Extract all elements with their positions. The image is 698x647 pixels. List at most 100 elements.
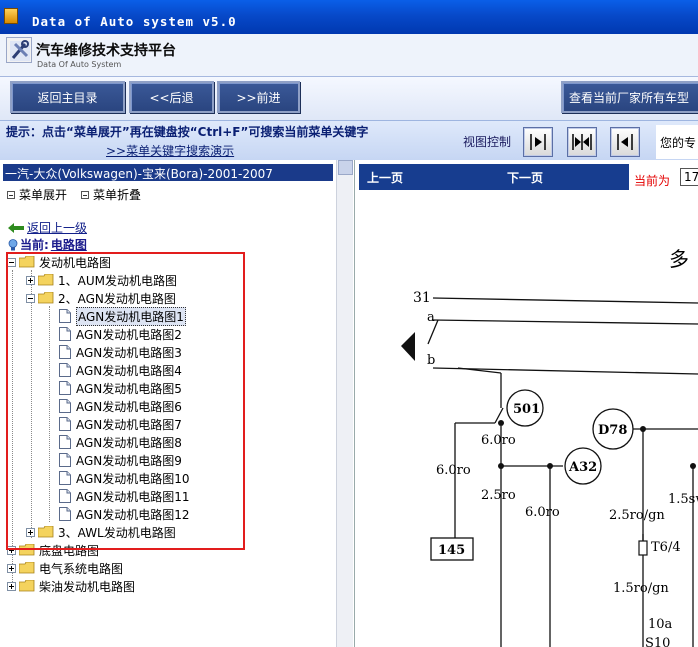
expand-toggle-icon[interactable] <box>7 581 16 591</box>
expand-icon <box>7 190 15 199</box>
wire-label: 2.5ro/gn <box>609 508 665 523</box>
collapse-menu-label: 菜单折叠 <box>93 188 142 202</box>
collapse-menu-button[interactable]: 菜单折叠 <box>81 186 141 203</box>
collapse-icon <box>81 190 89 199</box>
tree-item-agn-12[interactable]: AGN发动机电路图12 <box>59 505 190 523</box>
document-icon <box>59 453 71 467</box>
marquee-text: 您的专 <box>656 125 698 159</box>
arrow-right-icon <box>530 134 546 150</box>
current-prefix: 当前: <box>20 238 49 252</box>
view-control-label: 视图控制 <box>463 135 512 149</box>
tree-label: AGN发动机电路图4 <box>76 363 182 378</box>
tree-item-agn-3[interactable]: AGN发动机电路图3 <box>59 343 182 361</box>
tree-item-agn-4[interactable]: AGN发动机电路图4 <box>59 361 182 379</box>
diagram-pane: 上一页 下一页 当前为 17 多 31 a b 501 D78 A32 6.0r… <box>356 160 698 647</box>
connector-label: T6/4 <box>651 540 681 555</box>
current-page: 当前为 17 <box>629 164 698 190</box>
current-page-input[interactable]: 17 <box>680 168 698 186</box>
tree-folder-awl[interactable]: 3、AWL发动机电路图 <box>26 523 176 541</box>
component-a32: A32 <box>568 460 597 475</box>
expand-toggle-icon[interactable] <box>7 545 16 555</box>
main-toolbar: 返回主目录 <<后退 >>前进 查看当前厂家所有车型 <box>0 76 698 120</box>
expand-toggle-icon[interactable] <box>7 563 16 573</box>
expand-left-view-button[interactable] <box>610 127 640 157</box>
fuse-label: S10 <box>645 636 670 647</box>
folder-icon <box>19 580 35 592</box>
main-menu-button[interactable]: 返回主目录 <box>10 81 125 113</box>
folder-icon <box>19 562 35 574</box>
tree-label: 柴油发动机电路图 <box>39 579 136 594</box>
arrow-left-icon <box>617 134 633 150</box>
tree-label: 2、AGN发动机电路图 <box>58 291 176 306</box>
expand-toggle-icon[interactable] <box>26 275 35 285</box>
wire-label: 1.5ro/gn <box>613 581 669 596</box>
component-d78: D78 <box>598 423 627 438</box>
expand-toggle-icon[interactable] <box>26 527 35 537</box>
prev-page-button[interactable]: 上一页 <box>367 169 403 186</box>
tree-label: 1、AUM发动机电路图 <box>58 273 177 288</box>
tree-label-selected: AGN发动机电路图1 <box>76 306 186 326</box>
window-title: Data of Auto system v5.0 <box>32 14 237 29</box>
next-page-button[interactable]: 下一页 <box>507 169 543 186</box>
tree-label: 底盘电路图 <box>39 543 100 558</box>
expand-right-view-button[interactable] <box>523 127 553 157</box>
search-demo-link[interactable]: >>菜单关键字搜索演示 <box>106 142 234 159</box>
document-icon <box>59 417 71 431</box>
tree-label: AGN发动机电路图9 <box>76 453 182 468</box>
tree-folder-aum[interactable]: 1、AUM发动机电路图 <box>26 271 177 289</box>
document-icon <box>59 471 71 485</box>
document-icon <box>59 363 71 377</box>
diagram-title: 多 <box>669 247 689 271</box>
tree-folder-electrical[interactable]: 电气系统电路图 <box>7 559 123 577</box>
current-location: 当前: 电路图 <box>8 236 87 253</box>
current-label: 电路图 <box>50 238 87 252</box>
tree-item-agn-11[interactable]: AGN发动机电路图11 <box>59 487 190 505</box>
tree-item-agn-2[interactable]: AGN发动机电路图2 <box>59 325 182 343</box>
all-models-button[interactable]: 查看当前厂家所有车型 <box>561 81 698 113</box>
collapse-toggle-icon[interactable] <box>26 293 35 303</box>
split-view-button[interactable] <box>567 127 597 157</box>
vehicle-title: 一汽-大众(Volkswagen)-宝来(Bora)-2001-2007 <box>3 164 333 181</box>
document-icon <box>59 345 71 359</box>
tree-item-agn-8[interactable]: AGN发动机电路图8 <box>59 433 182 451</box>
app-title-cn: 汽车维修技术支持平台 <box>36 43 176 59</box>
tree-label: 电气系统电路图 <box>39 561 124 576</box>
tree-label: AGN发动机电路图5 <box>76 381 182 396</box>
wire-label: 1.5sw <box>668 492 698 507</box>
left-scrollbar[interactable] <box>336 160 353 647</box>
rail-b-label: b <box>427 353 435 368</box>
bulb-icon <box>8 238 18 250</box>
tree-folder-engine[interactable]: 发动机电路图 <box>7 253 111 271</box>
forward-button[interactable]: >>前进 <box>217 81 300 113</box>
collapse-toggle-icon[interactable] <box>7 257 16 267</box>
tree-folder-agn[interactable]: 2、AGN发动机电路图 <box>26 289 176 307</box>
tree-label: AGN发动机电路图2 <box>76 327 182 342</box>
expand-menu-button[interactable]: 菜单展开 <box>7 186 67 203</box>
document-icon <box>59 381 71 395</box>
tree-item-agn-7[interactable]: AGN发动机电路图7 <box>59 415 182 433</box>
tree-folder-chassis[interactable]: 底盘电路图 <box>7 541 99 559</box>
app-icon <box>4 8 18 24</box>
document-icon <box>59 399 71 413</box>
tree-folder-diesel[interactable]: 柴油发动机电路图 <box>7 577 135 595</box>
tree-item-agn-1[interactable]: AGN发动机电路图1 <box>59 306 186 326</box>
tree-item-agn-5[interactable]: AGN发动机电路图5 <box>59 379 182 397</box>
tree-label: AGN发动机电路图11 <box>76 489 190 504</box>
tree-item-agn-10[interactable]: AGN发动机电路图10 <box>59 469 190 487</box>
wire-label: 6.0ro <box>481 433 516 448</box>
tree-label: AGN发动机电路图8 <box>76 435 182 450</box>
document-icon <box>59 309 71 323</box>
app-subtitle-en: Data Of Auto System <box>37 60 122 69</box>
wire-label: 2.5ro <box>481 488 516 503</box>
tools-logo-icon <box>6 37 32 63</box>
back-button[interactable]: <<后退 <box>129 81 214 113</box>
back-up-link[interactable]: 返回上一级 <box>8 219 87 236</box>
tree-label: 发动机电路图 <box>39 255 112 270</box>
folder-icon <box>38 274 54 286</box>
folder-open-icon <box>38 292 54 304</box>
split-arrows-icon <box>572 134 592 150</box>
tree-item-agn-6[interactable]: AGN发动机电路图6 <box>59 397 182 415</box>
scroll-up-icon[interactable] <box>338 160 353 175</box>
tree-item-agn-9[interactable]: AGN发动机电路图9 <box>59 451 182 469</box>
expand-menu-label: 菜单展开 <box>19 188 68 202</box>
